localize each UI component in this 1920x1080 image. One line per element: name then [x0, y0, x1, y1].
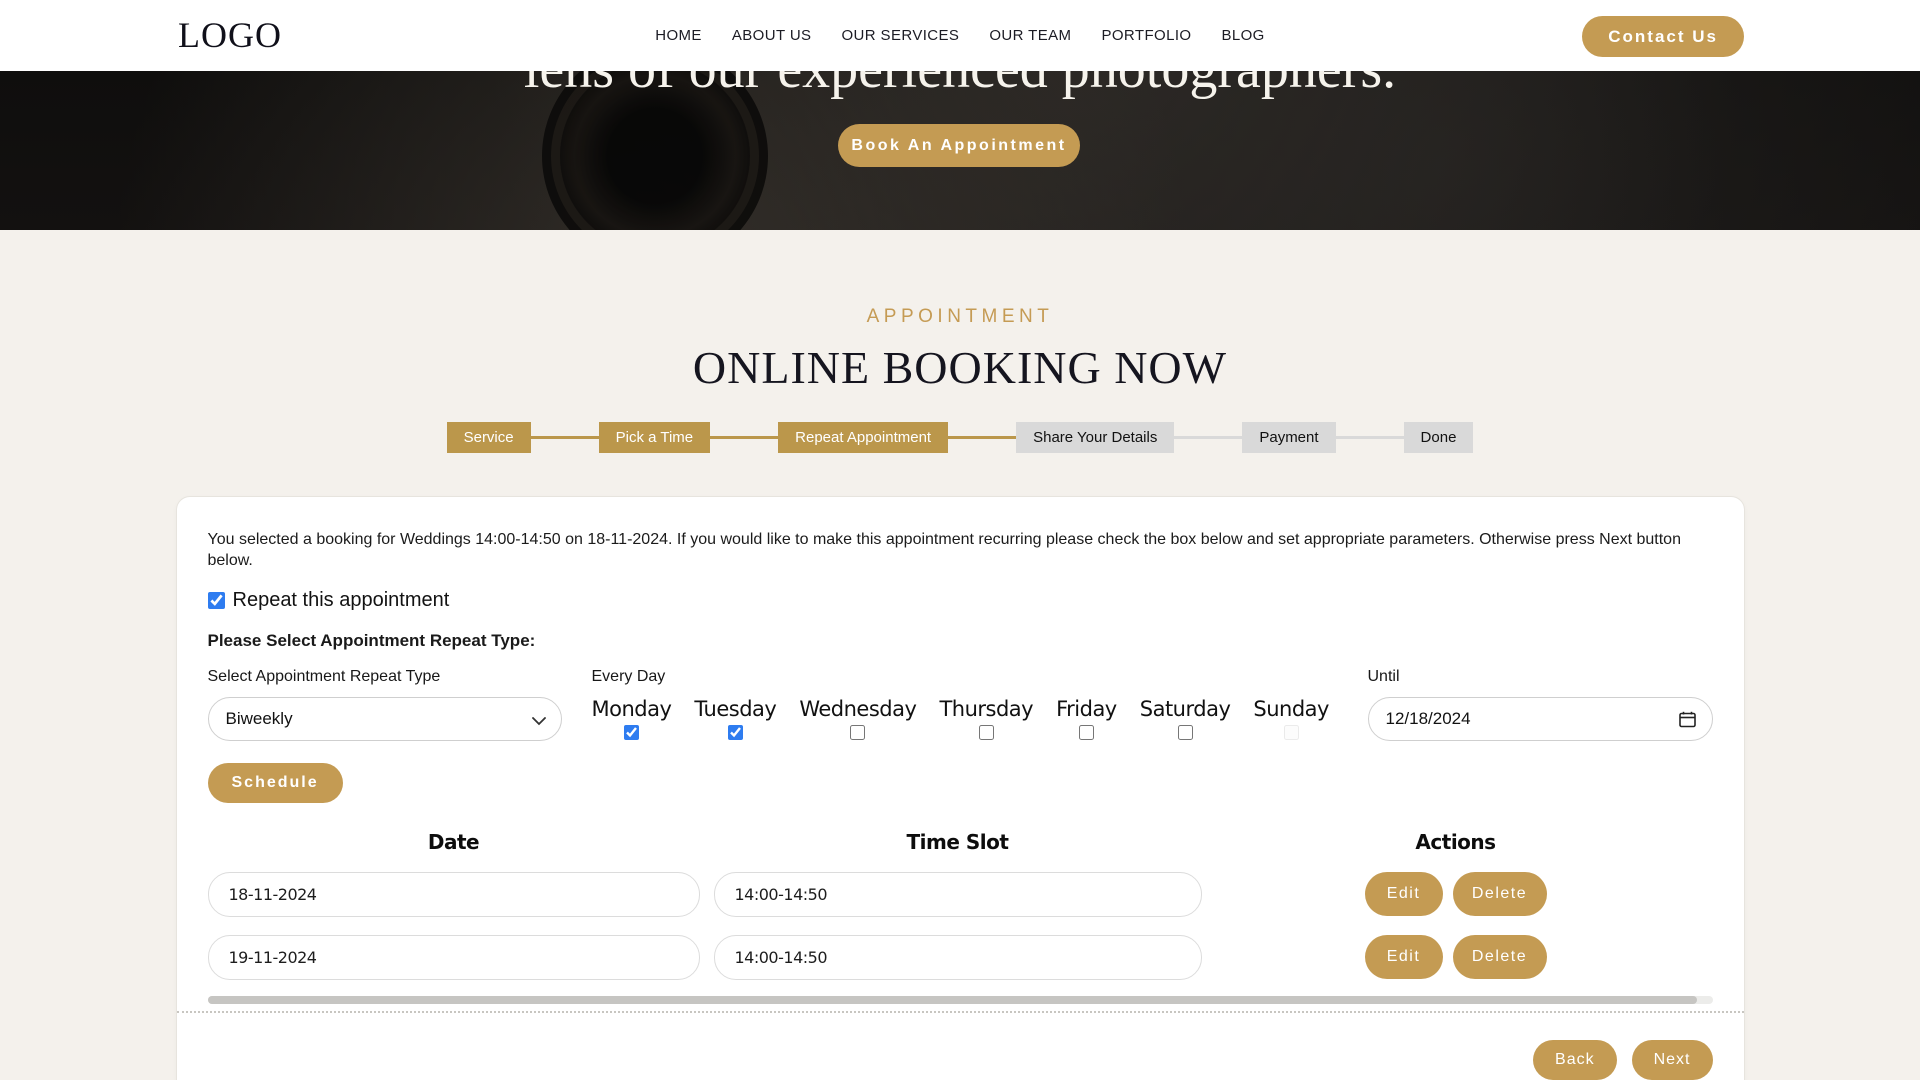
wizard-navigation: Back Next: [208, 1040, 1713, 1080]
table-row: Edit Delete: [208, 935, 1713, 980]
next-button[interactable]: Next: [1632, 1040, 1713, 1080]
delete-button[interactable]: Delete: [1453, 872, 1547, 916]
step-payment[interactable]: Payment: [1242, 422, 1335, 453]
booking-summary-text: You selected a booking for Weddings 14:0…: [208, 529, 1688, 572]
booking-section: APPOINTMENT ONLINE BOOKING NOW Service P…: [0, 230, 1920, 1080]
weekday-checkbox-group: Monday Tuesday Wednesday Thursday: [592, 697, 1329, 740]
friday-checkbox[interactable]: [1079, 725, 1094, 740]
row-actions: Edit Delete: [1365, 935, 1547, 979]
weekday-tuesday: Tuesday: [694, 697, 776, 740]
repeat-appointment-checkbox[interactable]: [208, 592, 225, 609]
row-actions: Edit Delete: [1365, 872, 1547, 916]
step-pick-a-time[interactable]: Pick a Time: [599, 422, 711, 453]
step-connector: [710, 436, 778, 439]
nav-item-our-team[interactable]: OUR TEAM: [989, 27, 1071, 44]
weekday-monday: Monday: [592, 697, 672, 740]
step-share-your-details[interactable]: Share Your Details: [1016, 422, 1174, 453]
site-header: LOGO HOME ABOUT US OUR SERVICES OUR TEAM…: [0, 0, 1920, 71]
thursday-checkbox[interactable]: [979, 725, 994, 740]
schedule-button[interactable]: Schedule: [208, 763, 343, 803]
weekday-saturday: Saturday: [1140, 697, 1231, 740]
actions-column-header: Actions: [1365, 830, 1547, 854]
sunday-checkbox[interactable]: [1284, 725, 1299, 740]
step-service[interactable]: Service: [447, 422, 531, 453]
date-column-header: Date: [208, 830, 700, 854]
repeat-appointment-label[interactable]: Repeat this appointment: [233, 589, 450, 612]
repeat-type-column: Select Appointment Repeat Type Biweekly: [208, 668, 562, 741]
weekday-friday: Friday: [1056, 697, 1117, 740]
nav-item-blog[interactable]: BLOG: [1221, 27, 1264, 44]
edit-button[interactable]: Edit: [1365, 935, 1443, 979]
until-label: Until: [1368, 668, 1713, 686]
appointment-date-input[interactable]: [208, 935, 700, 980]
nav-item-our-services[interactable]: OUR SERVICES: [841, 27, 959, 44]
site-logo[interactable]: LOGO: [178, 14, 282, 56]
nav-item-portfolio[interactable]: PORTFOLIO: [1101, 27, 1191, 44]
booking-card: You selected a booking for Weddings 14:0…: [176, 496, 1745, 1080]
weekday-sunday: Sunday: [1253, 697, 1329, 740]
step-connector: [1174, 436, 1242, 439]
appointment-time-input[interactable]: [714, 935, 1202, 980]
book-appointment-button[interactable]: Book An Appointment: [838, 124, 1080, 167]
main-nav: HOME ABOUT US OUR SERVICES OUR TEAM PORT…: [655, 27, 1265, 44]
monday-checkbox[interactable]: [624, 725, 639, 740]
hero-section: lens of our experienced photographers. B…: [0, 71, 1920, 230]
time-slot-column-header: Time Slot: [714, 830, 1202, 854]
saturday-checkbox[interactable]: [1178, 725, 1193, 740]
appointment-date-input[interactable]: [208, 872, 700, 917]
booking-stepper: Service Pick a Time Repeat Appointment S…: [0, 422, 1920, 453]
every-day-label: Every Day: [592, 668, 1329, 686]
divider: [177, 1011, 1744, 1013]
hero-headline: lens of our experienced photographers.: [0, 71, 1920, 101]
calendar-icon[interactable]: [1679, 711, 1696, 733]
horizontal-scrollbar[interactable]: [208, 996, 1713, 1004]
scrollbar-thumb[interactable]: [208, 996, 1698, 1004]
delete-button[interactable]: Delete: [1453, 935, 1547, 979]
contact-us-button[interactable]: Contact Us: [1582, 16, 1744, 57]
step-connector: [531, 436, 599, 439]
step-done[interactable]: Done: [1404, 422, 1474, 453]
page-title: ONLINE BOOKING NOW: [0, 341, 1920, 394]
appointment-time-input[interactable]: [714, 872, 1202, 917]
appointments-table-header: Date Time Slot Actions: [208, 830, 1713, 854]
step-connector: [948, 436, 1016, 439]
nav-item-about-us[interactable]: ABOUT US: [732, 27, 812, 44]
until-date-input[interactable]: [1368, 697, 1713, 741]
edit-button[interactable]: Edit: [1365, 872, 1443, 916]
repeat-type-select[interactable]: Biweekly: [208, 697, 562, 741]
table-row: Edit Delete: [208, 872, 1713, 917]
repeat-appointment-row: Repeat this appointment: [208, 589, 1713, 612]
tuesday-checkbox[interactable]: [728, 725, 743, 740]
section-eyebrow: APPOINTMENT: [0, 306, 1920, 328]
nav-item-home[interactable]: HOME: [655, 27, 702, 44]
repeat-settings-row: Select Appointment Repeat Type Biweekly …: [208, 668, 1713, 741]
repeat-type-label: Select Appointment Repeat Type: [208, 668, 562, 686]
until-column: Until: [1368, 668, 1713, 741]
weekday-thursday: Thursday: [939, 697, 1033, 740]
weekday-wednesday: Wednesday: [799, 697, 916, 740]
step-connector: [1336, 436, 1404, 439]
back-button[interactable]: Back: [1533, 1040, 1617, 1080]
step-repeat-appointment[interactable]: Repeat Appointment: [778, 422, 948, 453]
repeat-type-heading: Please Select Appointment Repeat Type:: [208, 631, 1713, 651]
wednesday-checkbox[interactable]: [850, 725, 865, 740]
every-day-column: Every Day Monday Tuesday Wednesday: [592, 668, 1329, 740]
